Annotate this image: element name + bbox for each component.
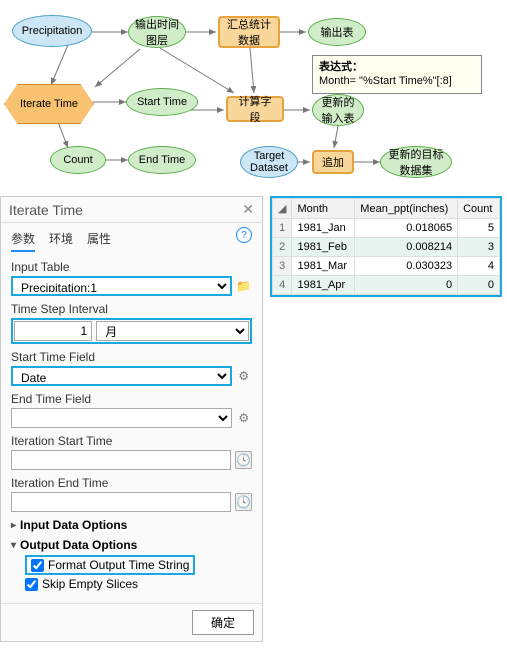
label-iter-start: Iteration Start Time	[11, 434, 252, 448]
node-start-time[interactable]: Start Time	[126, 88, 198, 116]
cell-mean: 0	[355, 276, 458, 295]
node-updated-input[interactable]: 更新的 输入表	[312, 94, 364, 126]
section-label: Input Data Options	[20, 518, 127, 532]
label-input-table: Input Table	[11, 260, 252, 274]
result-table: ◢ Month Mean_ppt(inches) Count 11981_Jan…	[270, 196, 502, 297]
tooltip-body: Month= "%Start Time%"[:8]	[319, 75, 452, 87]
node-label: 更新的目标 数据集	[389, 146, 444, 178]
node-label: Iterate Time	[20, 98, 78, 110]
col-mean[interactable]: Mean_ppt(inches)	[355, 199, 458, 219]
chevron-down-icon: ▾	[11, 540, 16, 551]
format-output-checkbox[interactable]	[31, 559, 44, 572]
cell-mean: 0.018065	[355, 219, 458, 238]
gear-icon[interactable]: ⚙	[236, 367, 252, 385]
tab-env[interactable]: 环境	[49, 227, 73, 252]
section-output-opts[interactable]: ▾ Output Data Options	[11, 538, 252, 552]
panel-titlebar: Iterate Time ✕	[1, 197, 262, 223]
col-count[interactable]: Count	[458, 199, 500, 219]
node-target-dataset[interactable]: Target Dataset	[240, 146, 298, 178]
table-header-row: ◢ Month Mean_ppt(inches) Count	[273, 199, 500, 219]
col-month[interactable]: Month	[292, 199, 355, 219]
panel-title-text: Iterate Time	[9, 202, 83, 218]
table-row[interactable]: 41981_Apr00	[273, 276, 500, 295]
input-table-select[interactable]: Precipitation:1	[11, 276, 232, 296]
clock-icon[interactable]: 🕓	[235, 493, 252, 511]
node-label: End Time	[139, 154, 185, 166]
cell-mean: 0.008214	[355, 238, 458, 257]
node-count[interactable]: Count	[50, 146, 106, 174]
iterate-time-panel: Iterate Time ✕ 参数 环境 属性 ? Input Table Pr…	[0, 196, 263, 642]
help-icon[interactable]: ?	[236, 227, 252, 243]
cell-month: 1981_Jan	[292, 219, 355, 238]
row-number: 1	[273, 219, 292, 238]
cell-mean: 0.030323	[355, 257, 458, 276]
node-label: Precipitation	[22, 25, 83, 37]
node-label: 汇总统计 数据	[227, 16, 271, 48]
cell-count: 0	[458, 276, 500, 295]
node-label: Target Dataset	[250, 150, 288, 174]
expression-tooltip: 表达式： Month= "%Start Time%"[:8]	[312, 55, 482, 94]
node-precipitation[interactable]: Precipitation	[12, 15, 92, 47]
section-input-opts[interactable]: ▸ Input Data Options	[11, 518, 252, 532]
node-label: 更新的 输入表	[322, 94, 355, 126]
time-step-unit[interactable]: 月	[96, 321, 249, 341]
node-label: 追加	[322, 154, 344, 170]
cell-month: 1981_Apr	[292, 276, 355, 295]
node-label: Count	[63, 154, 92, 166]
row-number: 4	[273, 276, 292, 295]
panel-body: Input Table Precipitation:1 📁 Time Step …	[1, 252, 262, 603]
node-agg-stats[interactable]: 汇总统计 数据	[218, 16, 280, 48]
label-time-step: Time Step Interval	[11, 302, 252, 316]
ok-button[interactable]: 确定	[192, 610, 254, 635]
tooltip-title: 表达式：	[319, 61, 363, 73]
node-label: 输出表	[321, 24, 354, 40]
node-output-time-layer[interactable]: 输出时间 图层	[128, 16, 186, 48]
iter-start-input[interactable]	[11, 450, 231, 470]
iter-end-input[interactable]	[11, 492, 231, 512]
close-icon[interactable]: ✕	[242, 201, 254, 218]
cell-count: 4	[458, 257, 500, 276]
node-label: 输出时间 图层	[135, 16, 179, 48]
node-iterate-time[interactable]: Iterate Time	[4, 84, 94, 124]
label-end-field: End Time Field	[11, 392, 252, 406]
node-label: Start Time	[137, 96, 187, 108]
section-label: Output Data Options	[20, 538, 137, 552]
table-row[interactable]: 31981_Mar0.0303234	[273, 257, 500, 276]
gear-icon[interactable]: ⚙	[236, 409, 252, 427]
end-field-select[interactable]	[11, 408, 232, 428]
corner-cell[interactable]: ◢	[273, 199, 292, 219]
table-row[interactable]: 21981_Feb0.0082143	[273, 238, 500, 257]
node-updated-target[interactable]: 更新的目标 数据集	[380, 146, 452, 178]
time-step-number[interactable]	[14, 321, 92, 341]
checkbox-label: Format Output Time String	[48, 558, 189, 572]
row-number: 2	[273, 238, 292, 257]
skip-empty-checkbox[interactable]	[25, 578, 38, 591]
node-output-table[interactable]: 输出表	[308, 18, 366, 46]
tab-attrs[interactable]: 属性	[87, 227, 111, 252]
node-calc-field[interactable]: 计算字段	[226, 96, 284, 122]
label-iter-end: Iteration End Time	[11, 476, 252, 490]
node-label: 计算字段	[234, 93, 276, 125]
checkbox-label: Skip Empty Slices	[42, 577, 138, 591]
node-append[interactable]: 追加	[312, 150, 354, 174]
clock-icon[interactable]: 🕓	[235, 451, 252, 469]
label-start-field: Start Time Field	[11, 350, 252, 364]
tab-params[interactable]: 参数	[11, 227, 35, 252]
node-end-time[interactable]: End Time	[128, 146, 196, 174]
panel-tabs: 参数 环境 属性 ?	[1, 223, 262, 252]
cell-count: 5	[458, 219, 500, 238]
model-diagram: Precipitation Iterate Time 输出时间 图层 汇总统计 …	[0, 0, 507, 195]
browse-icon[interactable]: 📁	[236, 277, 252, 295]
row-number: 3	[273, 257, 292, 276]
chevron-right-icon: ▸	[11, 520, 16, 531]
table-row[interactable]: 11981_Jan0.0180655	[273, 219, 500, 238]
cell-month: 1981_Mar	[292, 257, 355, 276]
cell-month: 1981_Feb	[292, 238, 355, 257]
start-field-select[interactable]: Date	[11, 366, 232, 386]
cell-count: 3	[458, 238, 500, 257]
